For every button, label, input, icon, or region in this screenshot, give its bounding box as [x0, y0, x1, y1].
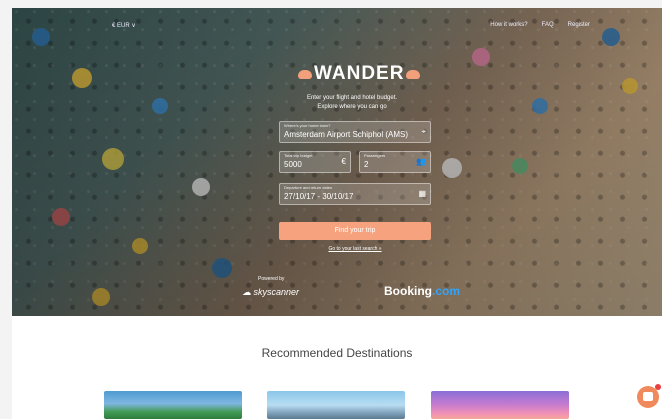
notification-badge	[655, 384, 661, 390]
tagline-line-2: Explore where you can go	[317, 104, 387, 110]
passengers-label: Passengers	[364, 153, 386, 158]
powered-by-label: Powered by	[258, 276, 285, 282]
destination-card-3[interactable]	[431, 391, 569, 419]
budget-label: Total trip budget	[284, 153, 313, 158]
last-search-link[interactable]: Go to your last search »	[279, 246, 431, 252]
powered-by-skyscanner: Powered by ☁ skyscanner	[242, 276, 299, 300]
logo-text: WANDER	[314, 63, 405, 84]
currency-selector[interactable]: € EUR ∨	[112, 22, 136, 29]
cloud-icon	[406, 69, 421, 79]
hero-background: € EUR ∨ How it works? FAQ Register WANDE…	[12, 8, 662, 316]
booking-dot-com: .com	[432, 284, 461, 298]
euro-icon: €	[341, 157, 346, 166]
nav-register[interactable]: Register	[568, 22, 590, 28]
cloud-icon	[298, 69, 312, 79]
map-pin-icon: ⌖	[421, 127, 426, 136]
destination-card-1[interactable]	[104, 391, 242, 419]
skyscanner-logo: ☁ skyscanner	[242, 287, 299, 297]
nav-faq[interactable]: FAQ	[542, 22, 554, 28]
passengers-field[interactable]: Passengers 2 👥	[359, 151, 431, 173]
calendar-icon: ▦	[418, 189, 426, 198]
page: € EUR ∨ How it works? FAQ Register WANDE…	[12, 8, 662, 419]
budget-field[interactable]: Total trip budget 5000 €	[279, 151, 351, 173]
tagline: Enter your flight and hotel budget. Expl…	[292, 94, 412, 112]
origin-label: Where's your home town?	[284, 123, 331, 128]
skyscanner-name: skyscanner	[253, 287, 300, 297]
passengers-value[interactable]: 2	[364, 160, 368, 169]
wander-logo: WANDER	[298, 63, 421, 85]
find-trip-button[interactable]: Find your trip	[279, 222, 431, 240]
booking-logo: Booking.com	[384, 284, 460, 298]
skyscanner-icon: ☁	[242, 287, 251, 297]
top-nav: How it works? FAQ Register	[490, 22, 590, 28]
top-bar: € EUR ∨ How it works? FAQ Register	[12, 18, 662, 34]
nav-how-it-works[interactable]: How it works?	[490, 22, 527, 28]
dates-value[interactable]: 27/10/17 - 30/10/17	[284, 192, 353, 201]
origin-value[interactable]: Amsterdam Airport Schiphol (AMS)	[284, 130, 408, 139]
booking-name: Booking	[384, 284, 432, 298]
budget-value[interactable]: 5000	[284, 160, 302, 169]
origin-field[interactable]: Where's your home town? Amsterdam Airpor…	[279, 121, 431, 143]
destination-card-2[interactable]	[267, 391, 405, 419]
dates-field[interactable]: Departure and return dates 27/10/17 - 30…	[279, 183, 431, 205]
tagline-line-1: Enter your flight and hotel budget.	[306, 95, 398, 101]
recommended-title: Recommended Destinations	[261, 346, 413, 360]
dates-label: Departure and return dates	[284, 185, 333, 190]
people-icon: 👥	[416, 157, 426, 166]
